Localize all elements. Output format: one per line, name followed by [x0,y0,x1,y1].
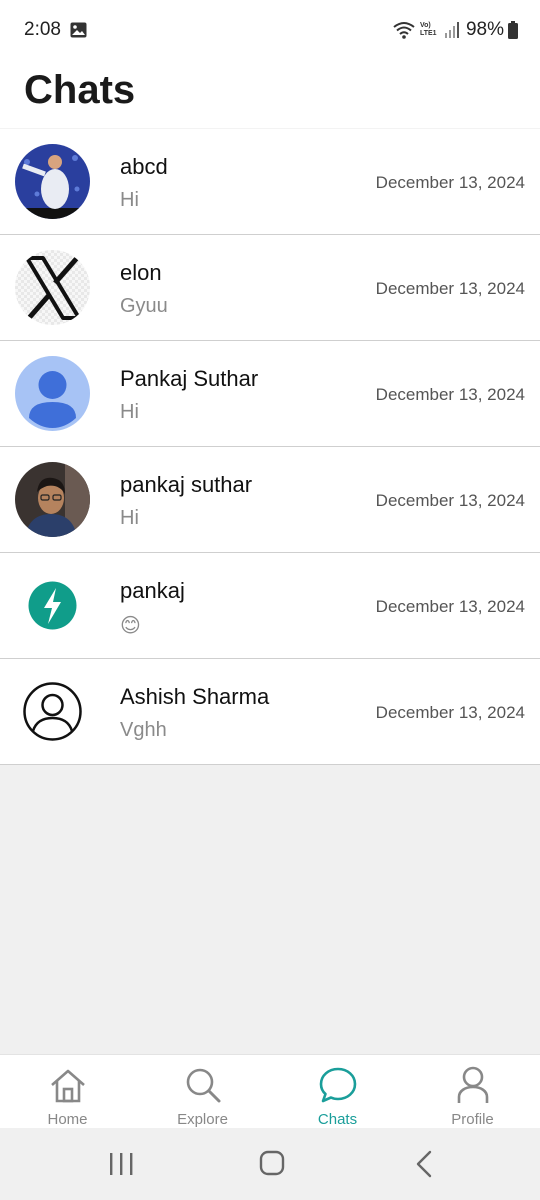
chat-date: December 13, 2024 [375,703,525,722]
chat-name: elon [120,260,162,285]
chat-item[interactable]: pankaj suthar Hi December 13, 2024 [0,447,540,553]
chat-last-message: Gyuu [120,295,168,317]
default-person-avatar [15,356,90,431]
chat-bubble-icon [319,1067,357,1103]
nav-label: Chats [317,1111,358,1128]
nav-home[interactable]: Home [0,1055,135,1129]
chat-item[interactable]: abcd Hi December 13, 2024 [0,129,540,235]
chat-date: December 13, 2024 [375,385,525,404]
chat-date: December 13, 2024 [375,597,525,616]
photo-avatar [15,462,90,537]
chat-name: Pankaj Suthar [120,366,259,391]
nav-chats[interactable]: Chats [270,1055,405,1129]
outline-person-avatar [15,674,90,749]
lightning-logo-avatar [15,568,90,643]
chat-name: pankaj suthar [120,472,253,497]
status-indicators: Vo) LTE1 98% [392,18,518,42]
system-navigation-bar [0,1128,540,1200]
chat-name: abcd [120,154,168,179]
bottom-navigation: Home Explore Chats Profile [0,1054,540,1128]
battery-percent: 98% [465,19,504,40]
nav-label: Profile [451,1111,494,1128]
network-label: Vo) LTE1 [419,22,437,37]
status-time: 2:08 [24,19,61,40]
nav-profile[interactable]: Profile [405,1055,540,1129]
chat-name: Ashish Sharma [120,684,270,709]
home-icon [51,1069,85,1103]
status-bar: 2:08 Vo) LTE1 98% [0,0,540,60]
chat-last-message: 😊 [120,615,141,637]
x-logo-avatar [15,250,90,325]
chat-item[interactable]: pankaj 😊 December 13, 2024 [0,553,540,659]
chat-last-message: Hi [120,507,139,529]
chat-item[interactable]: Pankaj Suthar Hi December 13, 2024 [0,341,540,447]
chat-date: December 13, 2024 [375,279,525,298]
person-icon [457,1066,489,1103]
chat-date: December 13, 2024 [375,491,525,510]
chat-item[interactable]: Ashish Sharma Vghh December 13, 2024 [0,659,540,765]
chat-list: abcd Hi December 13, 2024 elon Gyuu Dece… [0,128,540,765]
nav-explore[interactable]: Explore [135,1055,270,1129]
signal-icon [444,22,459,38]
wifi-icon [393,22,415,39]
chat-last-message: Hi [120,189,139,211]
search-icon [186,1068,221,1103]
chat-name: pankaj [120,578,185,603]
app-header: Chats [0,60,540,128]
chat-last-message: Vghh [120,719,167,741]
page-title: Chats [24,68,136,112]
home-button-icon[interactable] [252,1148,292,1180]
chat-item[interactable]: elon Gyuu December 13, 2024 [0,235,540,341]
recent-apps-icon[interactable] [101,1148,141,1180]
photo-avatar [15,144,90,219]
nav-label: Home [47,1111,88,1128]
back-icon[interactable] [404,1148,444,1180]
nav-label: Explore [177,1111,228,1128]
gallery-notification-icon [70,22,87,38]
chat-last-message: Hi [120,401,139,423]
chat-date: December 13, 2024 [375,173,525,192]
battery-icon [508,21,518,39]
